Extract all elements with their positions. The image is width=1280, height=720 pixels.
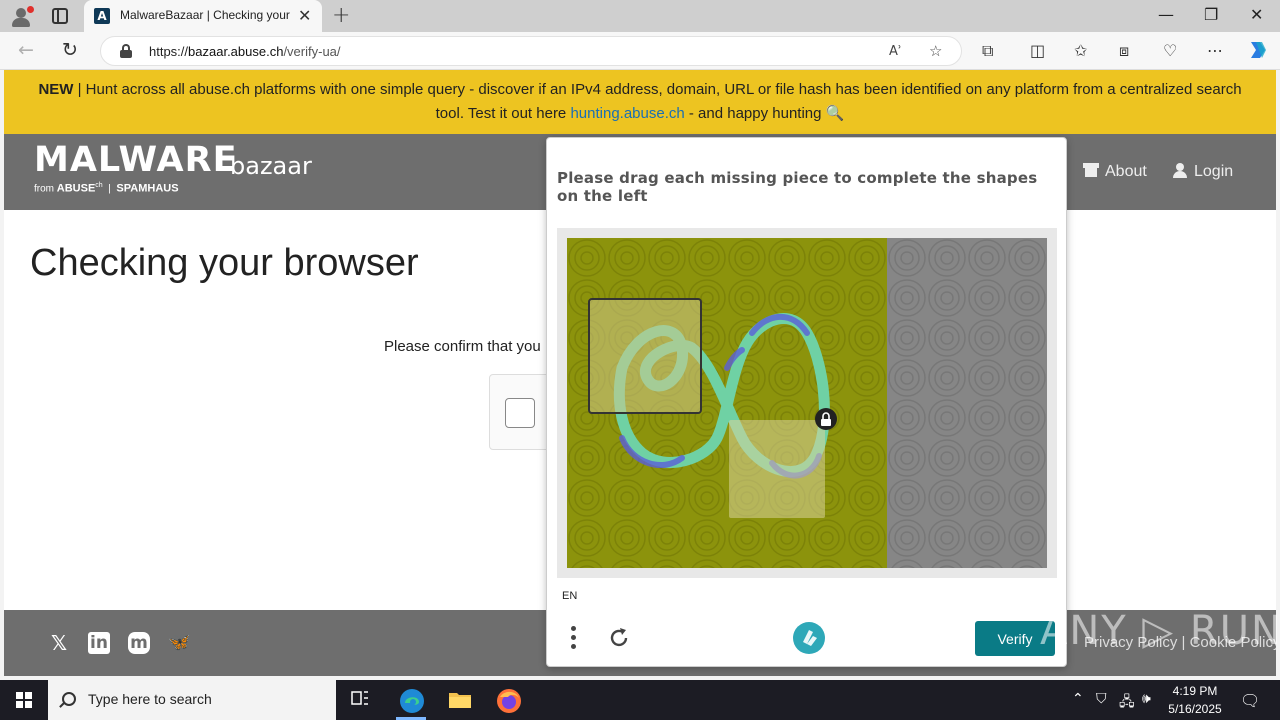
volume-icon[interactable]: 🕪 bbox=[1142, 691, 1151, 707]
lock-icon bbox=[815, 408, 837, 430]
file-explorer-icon[interactable] bbox=[448, 688, 472, 712]
tray-chevron-icon[interactable]: ⌃ bbox=[1072, 691, 1084, 707]
settings-more-icon[interactable]: ⋯ bbox=[1207, 41, 1223, 60]
mastodon-icon[interactable]: m bbox=[128, 632, 150, 654]
language-selector[interactable]: EN bbox=[562, 590, 577, 602]
nav-login[interactable]: Login bbox=[1172, 163, 1233, 181]
spamhaus-logo: SPAMHAUS bbox=[116, 182, 179, 195]
home-icon bbox=[1083, 163, 1099, 177]
logo-from-abuse: from ABUSEch | SPAMHAUS bbox=[34, 182, 179, 195]
browser-essentials-icon[interactable]: ♡ bbox=[1163, 41, 1177, 60]
draggable-piece[interactable] bbox=[588, 298, 702, 414]
missing-piece-slot bbox=[729, 420, 825, 518]
menu-dots-icon[interactable] bbox=[571, 626, 577, 650]
piece-tray-area bbox=[887, 238, 1047, 568]
anyrun-watermark: ANY ▷ RUN bbox=[1040, 608, 1280, 654]
task-view-icon[interactable] bbox=[350, 688, 374, 712]
captcha-challenge-modal: Please drag each missing piece to comple… bbox=[546, 137, 1067, 667]
tab-malwarebazaar[interactable]: A MalwareBazaar | Checking your browser … bbox=[84, 0, 322, 32]
tray-security-icon[interactable]: ⛉ bbox=[1096, 691, 1107, 707]
profile-icon[interactable] bbox=[10, 6, 34, 28]
restore-icon[interactable]: ❐ bbox=[1204, 5, 1218, 24]
clock-date[interactable]: 5/16/2025 bbox=[1164, 702, 1226, 716]
search-placeholder: Type here to search bbox=[88, 691, 212, 707]
collections-icon[interactable]: ⧈ bbox=[1119, 41, 1129, 61]
favorites-icon[interactable]: ✩ bbox=[1074, 41, 1087, 60]
close-window-icon[interactable]: ✕ bbox=[1250, 5, 1263, 24]
tab-title: MalwareBazaar | Checking your browser bbox=[120, 8, 290, 22]
puzzle-canvas[interactable] bbox=[567, 238, 1047, 568]
close-tab-icon[interactable]: ✕ bbox=[298, 6, 311, 25]
edge-icon[interactable] bbox=[399, 688, 424, 713]
hcaptcha-logo-icon[interactable] bbox=[793, 622, 825, 654]
minimize-icon[interactable]: — bbox=[1158, 5, 1174, 24]
captcha-checkbox[interactable] bbox=[505, 398, 535, 428]
nav-about[interactable]: About bbox=[1083, 163, 1147, 181]
tab-actions-icon[interactable] bbox=[52, 8, 68, 24]
split-screen-icon[interactable]: ◫ bbox=[1030, 41, 1045, 60]
refresh-icon[interactable] bbox=[607, 626, 631, 650]
logo-malware[interactable]: MALWARE bbox=[34, 140, 237, 180]
challenge-prompt: Please drag each missing piece to comple… bbox=[557, 169, 1038, 205]
taskbar-search[interactable]: Type here to search bbox=[48, 680, 336, 720]
announcement-banner: NEW | Hunt across all abuse.ch platforms… bbox=[4, 70, 1276, 134]
puzzle-frame bbox=[557, 228, 1057, 578]
page-title: Checking your browser bbox=[30, 242, 419, 284]
tab-bar: A MalwareBazaar | Checking your browser … bbox=[0, 0, 1280, 32]
address-bar[interactable]: https://bazaar.abuse.ch/verify-ua/ A͏ʾ ☆ bbox=[100, 36, 962, 66]
reload-button[interactable]: ↻ bbox=[62, 39, 78, 61]
search-icon bbox=[62, 692, 76, 706]
lock-icon[interactable] bbox=[120, 44, 132, 58]
favicon-icon: A bbox=[94, 8, 110, 24]
url-text: https://bazaar.abuse.ch/verify-ua/ bbox=[149, 44, 341, 59]
notifications-icon[interactable]: 🗨 bbox=[1240, 691, 1260, 710]
linkedin-icon[interactable]: in bbox=[88, 632, 110, 654]
browser-toolbar: ← ↻ https://bazaar.abuse.ch/verify-ua/ A… bbox=[0, 32, 1280, 70]
copilot-icon[interactable] bbox=[1246, 38, 1270, 66]
firefox-icon[interactable] bbox=[496, 688, 521, 713]
clock-time[interactable]: 4:19 PM bbox=[1164, 684, 1226, 698]
read-aloud-icon[interactable]: A͏ʾ bbox=[889, 44, 902, 59]
logo-bazaar[interactable]: bazaar bbox=[230, 152, 312, 180]
x-icon[interactable]: 𝕏 bbox=[48, 632, 70, 654]
windows-taskbar: Type here to search ⌃ ⛉ 🖧 🕪 4:19 PM 5/16… bbox=[0, 680, 1280, 720]
network-icon[interactable]: 🖧 bbox=[1119, 691, 1135, 715]
extensions-icon[interactable]: ⧉ bbox=[982, 41, 993, 61]
hunting-link[interactable]: hunting.abuse.ch bbox=[570, 105, 684, 122]
new-tab-button[interactable]: + bbox=[332, 3, 350, 28]
back-button[interactable]: ← bbox=[18, 39, 34, 61]
user-icon bbox=[1172, 163, 1188, 178]
favorite-star-icon[interactable]: ☆ bbox=[929, 42, 942, 60]
bluesky-icon[interactable]: 🦋 bbox=[168, 632, 190, 654]
confirm-text: Please confirm that you bbox=[384, 338, 541, 355]
windows-start-icon[interactable] bbox=[16, 692, 32, 708]
